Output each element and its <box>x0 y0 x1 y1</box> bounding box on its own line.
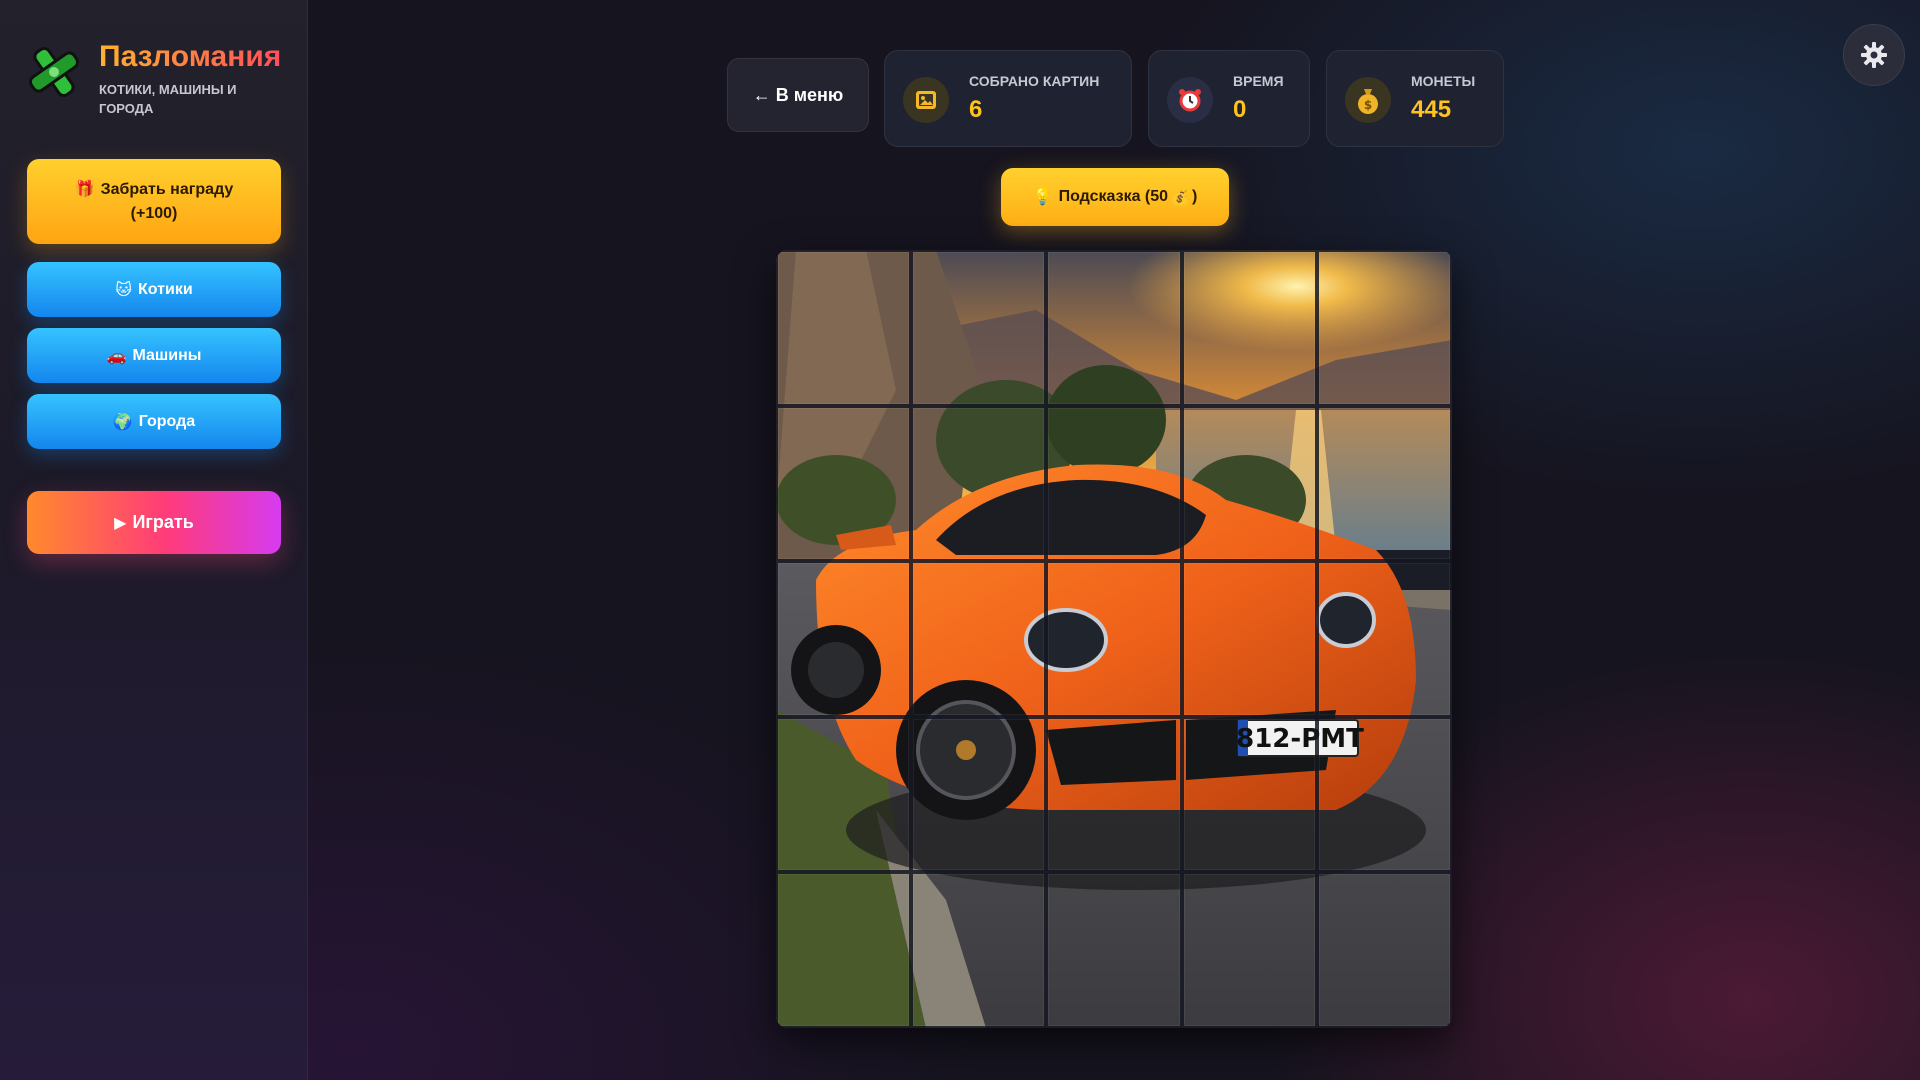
puzzle-tile[interactable] <box>776 872 912 1028</box>
stat-pictures-value: 6 <box>969 96 983 123</box>
app-subtitle: Котики, машины и города <box>99 82 237 116</box>
alarm-clock-icon <box>1167 77 1213 123</box>
money-bag-icon: $ <box>1345 77 1391 123</box>
cat-icon: 🐱 <box>115 281 133 299</box>
reward-label-line2: (+100) <box>130 204 178 222</box>
stat-coins-value: 445 <box>1411 96 1452 123</box>
puzzle-tile[interactable] <box>1046 872 1182 1028</box>
stat-time-value: 0 <box>1233 96 1247 123</box>
hint-button[interactable]: 💡 Подсказка (50 💰 ) <box>1001 168 1229 226</box>
gift-icon: 🎁 <box>74 180 95 198</box>
lightbulb-icon: 💡 <box>1032 189 1053 206</box>
category-cities-label: Города <box>138 412 196 430</box>
puzzle-tile[interactable] <box>1181 250 1317 406</box>
puzzle-tile[interactable] <box>1181 405 1317 562</box>
app-title: Пазломания <box>99 40 282 73</box>
puzzle-board: 812-PMT <box>776 250 1452 1028</box>
puzzle-tile[interactable] <box>1046 561 1182 717</box>
puzzle-tile[interactable] <box>776 561 912 717</box>
claim-reward-button[interactable]: 🎁 Забрать награду (+100) <box>27 159 281 244</box>
hint-coin-icon: 💰 <box>1170 189 1190 206</box>
back-to-menu-label: ← В меню <box>752 84 844 105</box>
category-cats-label: Котики <box>138 280 193 298</box>
category-cats-button[interactable]: 🐱 Котики <box>27 262 281 317</box>
puzzle-tile[interactable] <box>1181 716 1317 873</box>
play-label: Играть <box>132 512 194 532</box>
puzzle-tile[interactable] <box>911 716 1047 873</box>
play-icon: ▶ <box>114 514 127 532</box>
sidebar: Пазломания Котики, машины и города 🎁 Забр… <box>0 0 308 1080</box>
puzzle-tile[interactable] <box>1316 405 1452 562</box>
hint-label-before: Подсказка (50 <box>1058 188 1169 205</box>
reward-label-line1: Забрать награду <box>100 180 234 198</box>
back-to-menu-button[interactable]: ← В меню <box>727 58 869 132</box>
stat-time-label: Время <box>1233 73 1284 89</box>
puzzle-tile[interactable] <box>911 405 1047 562</box>
puzzle-tile[interactable] <box>1046 405 1182 562</box>
puzzle-tile[interactable] <box>911 561 1047 717</box>
car-icon: 🚗 <box>106 347 127 365</box>
puzzle-tile[interactable] <box>1316 872 1452 1028</box>
stat-pictures-collected: Собрано картин 6 <box>884 50 1132 147</box>
play-button[interactable]: ▶ Играть <box>27 491 281 554</box>
puzzle-tile[interactable] <box>1046 250 1182 406</box>
puzzle-tile[interactable] <box>1046 716 1182 873</box>
puzzle-grid <box>776 250 1452 1028</box>
puzzle-tile[interactable] <box>776 716 912 873</box>
puzzle-tile[interactable] <box>911 250 1047 406</box>
category-cars-button[interactable]: 🚗 Машины <box>27 328 281 383</box>
puzzle-tile[interactable] <box>1181 561 1317 717</box>
gear-icon <box>1861 42 1887 68</box>
puzzle-tile[interactable] <box>776 250 912 406</box>
category-cars-label: Машины <box>132 346 202 364</box>
hint-label-after: ) <box>1191 188 1198 205</box>
puzzle-tile[interactable] <box>1316 250 1452 406</box>
puzzle-tile[interactable] <box>1316 561 1452 717</box>
puzzle-logo-icon <box>28 46 80 98</box>
puzzle-tile[interactable] <box>1316 716 1452 873</box>
stat-coins: $ Монеты 445 <box>1326 50 1504 147</box>
stat-time: Время 0 <box>1148 50 1310 147</box>
stat-pictures-label: Собрано картин <box>969 73 1100 89</box>
picture-icon <box>903 77 949 123</box>
puzzle-tile[interactable] <box>776 405 912 562</box>
globe-icon: 🌍 <box>112 413 133 431</box>
svg-text:$: $ <box>1364 98 1372 112</box>
puzzle-tile[interactable] <box>911 872 1047 1028</box>
stat-coins-label: Монеты <box>1411 73 1476 89</box>
settings-button[interactable] <box>1843 24 1905 86</box>
puzzle-tile[interactable] <box>1181 872 1317 1028</box>
category-cities-button[interactable]: 🌍 Города <box>27 394 281 449</box>
